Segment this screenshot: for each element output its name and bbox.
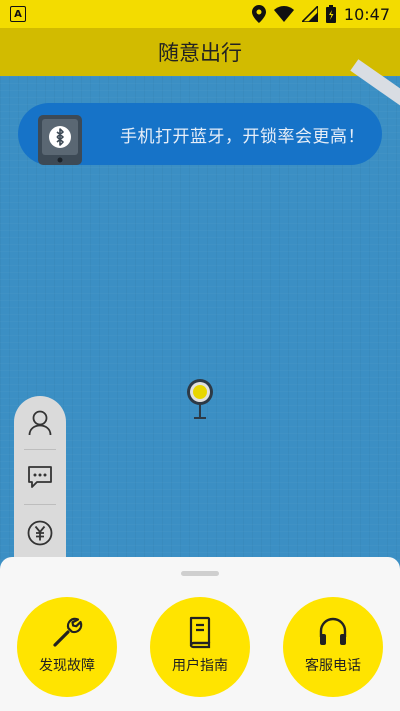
bluetooth-tip-banner[interactable]: 手机打开蓝牙，开锁率会更高！	[18, 103, 382, 165]
status-bar: A 10:47	[0, 0, 400, 28]
app-notification-icon: A	[10, 6, 26, 22]
report-fault-button[interactable]: 发现故障	[17, 597, 117, 697]
status-right: 10:47	[251, 4, 390, 24]
message-icon	[28, 466, 52, 488]
battery-icon	[325, 5, 336, 23]
book-icon	[189, 616, 211, 649]
page-title: 随意出行	[158, 41, 242, 65]
location-icon	[251, 5, 266, 23]
side-menu-divider	[24, 504, 56, 505]
bluetooth-tip-text: 手机打开蓝牙，开锁率会更高！	[120, 126, 365, 147]
headphones-icon	[319, 617, 347, 645]
user-guide-button[interactable]: 用户指南	[150, 597, 250, 697]
wifi-icon	[273, 6, 294, 22]
side-menu-user-button[interactable]	[14, 398, 66, 448]
report-fault-label: 发现故障	[39, 658, 95, 674]
side-menu-message-button[interactable]	[14, 452, 66, 502]
wrench-icon	[53, 617, 83, 647]
yuan-icon	[27, 520, 53, 546]
location-pin-icon[interactable]	[186, 378, 214, 422]
user-guide-label: 用户指南	[172, 658, 228, 674]
bottom-sheet: 发现故障 用户指南 客服电话	[0, 557, 400, 711]
sheet-drag-handle[interactable]	[181, 571, 219, 576]
customer-service-button[interactable]: 客服电话	[283, 597, 383, 697]
title-bar: 随意出行	[0, 28, 400, 76]
side-menu-wallet-button[interactable]	[14, 508, 66, 558]
bluetooth-phone-icon	[38, 115, 82, 165]
signal-icon	[301, 6, 318, 22]
side-menu-divider	[24, 449, 56, 450]
customer-service-label: 客服电话	[305, 658, 361, 674]
clock: 10:47	[343, 4, 390, 24]
user-icon	[28, 410, 52, 436]
side-menu	[14, 396, 66, 576]
status-left: A	[10, 6, 26, 22]
